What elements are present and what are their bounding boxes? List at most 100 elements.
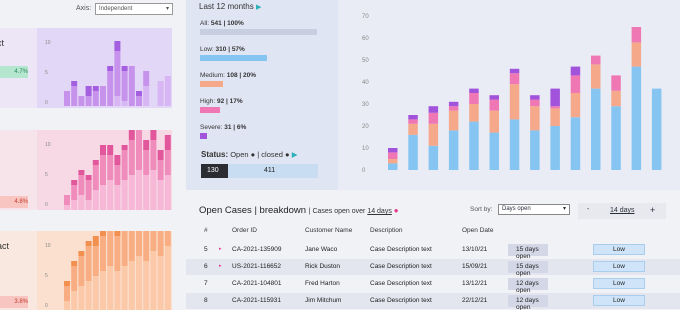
- mini-bar: [164, 150, 171, 175]
- status-text: Open ● | closed ●: [230, 150, 290, 159]
- y-tick-label: 20: [362, 124, 369, 130]
- mini-bar: [157, 160, 164, 180]
- mini-bar: [114, 41, 121, 51]
- tick-label: 10: [45, 243, 51, 249]
- mini-bar: [100, 231, 106, 236]
- mini-bar: [100, 145, 106, 155]
- priority-badge: Low: [593, 278, 645, 289]
- description: Case Description text: [370, 263, 432, 270]
- axis-control: Axis: Independent ▾: [0, 0, 180, 20]
- stacked-bar-segment: [489, 99, 499, 111]
- stacked-bar-segment: [428, 106, 439, 113]
- decrement-button[interactable]: -: [587, 206, 589, 213]
- mini-bar: [136, 96, 142, 106]
- table-row[interactable]: 6 US-2021-116652 Rick Duston Case Descripti…: [186, 259, 680, 277]
- severity-filter-row[interactable]: All: 541 | 100%: [200, 20, 340, 35]
- severity-bar: [200, 55, 267, 61]
- severity-count: 31 | 6%: [224, 124, 247, 131]
- mini-bar: [128, 175, 135, 210]
- mini-bar: [107, 180, 114, 210]
- order-id: CA-2021-104801: [232, 280, 282, 287]
- table-row[interactable]: 7 CA-2021-104801 Fred Harton Case Descripti…: [186, 276, 680, 294]
- stacked-bar-segment: [428, 123, 439, 146]
- mini-bar: [150, 251, 157, 310]
- sort-select[interactable]: Days open ▾: [498, 204, 570, 215]
- open-cases-section: Open Cases | breakdown | Cases open over…: [186, 194, 680, 310]
- severity-count: 310 | 57%: [215, 46, 245, 53]
- mini-bar: [85, 86, 92, 96]
- customer-name: Fred Harton: [305, 280, 340, 287]
- stacked-bar-segment: [570, 93, 581, 118]
- sort-value: Days open: [502, 206, 531, 212]
- description: Case Description text: [370, 246, 432, 253]
- mini-bar: [64, 286, 70, 301]
- priority-badge: Low: [593, 244, 645, 255]
- order-id: CA-2021-115931: [232, 297, 282, 304]
- mini-bar: [71, 86, 78, 106]
- tick-label: 5: [45, 70, 48, 76]
- mini-bar: [114, 236, 121, 271]
- days-open-cell: 12 days open: [508, 295, 548, 310]
- stacked-bar-segment: [469, 104, 479, 122]
- y-tick-label: 30: [362, 102, 369, 108]
- col-order-id[interactable]: Order ID: [232, 227, 257, 234]
- axis-select[interactable]: Independent ▾: [95, 3, 173, 15]
- mini-bar: [114, 185, 121, 210]
- stacked-bar-segment: [550, 106, 560, 109]
- severity-filter-row[interactable]: Severe: 31 | 6%: [200, 124, 340, 139]
- closed-count-box[interactable]: 411: [228, 164, 318, 178]
- stacked-bar-segment: [530, 130, 540, 170]
- mini-bar: [78, 251, 85, 256]
- mini-bar: [78, 170, 85, 175]
- play-icon: ▶: [291, 150, 298, 159]
- y-tick-label: 40: [362, 80, 369, 86]
- mini-bar: [107, 266, 114, 310]
- mini-bar: [64, 195, 70, 205]
- mini-bar: [107, 145, 114, 155]
- col-customer[interactable]: Customer Name: [305, 227, 352, 234]
- period-selector[interactable]: Last 12 months ▶: [199, 2, 261, 11]
- days-stepper[interactable]: - 14 days +: [578, 203, 666, 219]
- open-count-box[interactable]: 130: [201, 164, 228, 178]
- row-number: 5: [204, 246, 208, 253]
- severity-bar: [200, 29, 317, 35]
- mini-bar: [136, 256, 142, 310]
- col-description[interactable]: Description: [370, 227, 403, 234]
- mini-bar: [114, 51, 121, 96]
- severity-filter-row[interactable]: Low: 310 | 57%: [200, 46, 340, 61]
- y-tick-label: 60: [362, 36, 369, 42]
- table-row[interactable]: 5 CA-2021-135909 Jane Waco Case Description…: [186, 242, 680, 260]
- severity-filter-row[interactable]: Medium: 108 | 20%: [200, 72, 340, 87]
- mini-bar: [150, 231, 157, 251]
- stepper-value[interactable]: 14 days: [610, 207, 635, 214]
- mini-bar: [150, 130, 157, 140]
- severity-name: All:: [200, 20, 211, 27]
- days-open: 15 days open: [516, 246, 539, 260]
- flag-icon: ▸: [219, 263, 222, 269]
- mini-bar: [114, 271, 121, 310]
- mini-bar: [128, 130, 135, 140]
- mini-bar: [121, 71, 128, 101]
- col-open-date[interactable]: Open Date: [462, 227, 493, 234]
- mini-bar: [157, 150, 164, 160]
- open-date: 13/10/21: [462, 246, 488, 253]
- mini-bar: [100, 271, 106, 310]
- increment-button[interactable]: +: [650, 205, 655, 215]
- play-icon: ▶: [255, 4, 262, 11]
- stacked-bar-segment: [509, 119, 520, 170]
- mini-bar: [128, 231, 135, 261]
- stacked-bar-segment: [469, 121, 479, 170]
- stacked-bar-segment: [388, 152, 398, 159]
- mini-bar: [92, 160, 99, 165]
- mini-bar: [136, 170, 142, 210]
- stacked-bar-segment: [469, 88, 479, 93]
- status-filter[interactable]: Status: Open ● | closed ● ▶: [201, 150, 297, 159]
- mini-bar: [92, 165, 99, 190]
- table-row[interactable]: 8 CA-2021-115931 Jim Mitchum Case Descripti…: [186, 293, 680, 310]
- severity-name: Medium:: [200, 72, 227, 79]
- chevron-down-icon: ▾: [165, 6, 169, 12]
- mini-bar: [136, 130, 142, 170]
- stacked-bar-segment: [448, 101, 459, 107]
- stacked-bar-segment: [428, 112, 439, 124]
- severity-filter-row[interactable]: High: 92 | 17%: [200, 98, 340, 113]
